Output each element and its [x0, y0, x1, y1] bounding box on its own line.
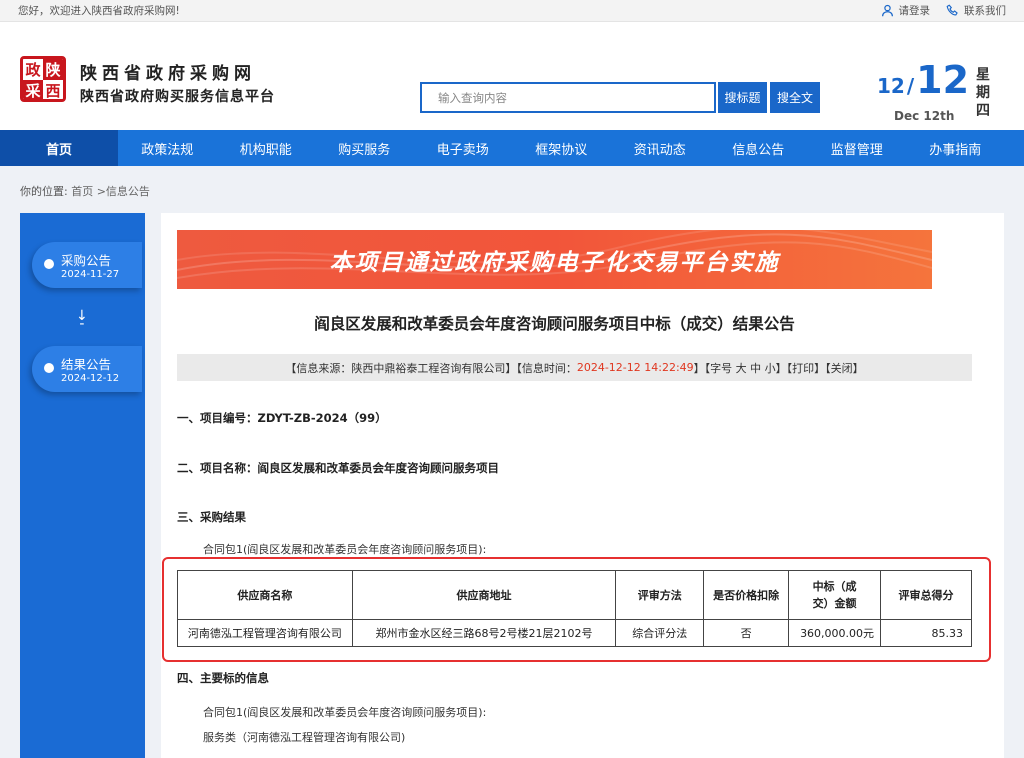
phone-icon — [946, 4, 958, 16]
meta-time: 2024-12-12 14:22:49 — [576, 361, 694, 374]
cell-award-amount: 360,000.00元 — [788, 619, 882, 647]
date-day: 12 — [916, 58, 970, 102]
e-trading-banner: 本项目通过政府采购电子化交易平台实施 — [177, 230, 932, 289]
section-project-name: 二、项目名称：阎良区发展和改革委员会年度咨询顾问服务项目 — [177, 461, 499, 475]
step-date: 2024-12-12 — [61, 373, 120, 384]
service-category: 服务类（河南德泓工程管理咨询有限公司) — [203, 731, 406, 744]
weekday-char: 星 — [976, 67, 990, 83]
logo-char: 陕 — [43, 59, 63, 80]
breadcrumb-path[interactable]: 首页 >信息公告 — [71, 185, 150, 198]
cell-price-deduction: 否 — [703, 619, 790, 647]
logo-char: 采 — [23, 80, 43, 99]
section-main-subject: 四、主要标的信息 — [177, 671, 269, 685]
date-display: 12 / 12 — [877, 58, 969, 102]
weekday-char: 四 — [976, 103, 990, 119]
nav-item-notices[interactable]: 信息公告 — [709, 130, 808, 166]
search-fulltext-button[interactable]: 搜全文 — [770, 82, 820, 113]
logo-char: 政 — [23, 59, 43, 80]
col-award-amount: 中标（成交）金额 — [788, 570, 882, 620]
step-name: 结果公告 — [61, 357, 112, 372]
page-title: 阎良区发展和改革委员会年度咨询顾问服务项目中标（成交）结果公告 — [314, 315, 795, 333]
date-english: Dec 12th — [894, 109, 955, 123]
breadcrumb: 你的位置: 首页 >信息公告 — [20, 183, 150, 199]
contract-package-label: 合同包1(阎良区发展和改革委员会年度咨询顾问服务项目): — [203, 543, 487, 556]
nav-item-guide[interactable]: 办事指南 — [906, 130, 1005, 166]
col-total-score: 评审总得分 — [880, 570, 972, 620]
cell-supplier-address: 郑州市金水区经三路68号2号楼21层2102号 — [351, 619, 617, 647]
main-nav: 首页 政策法规 机构职能 购买服务 电子卖场 框架协议 资讯动态 信息公告 监督… — [0, 130, 1024, 166]
nav-item-policy[interactable]: 政策法规 — [118, 130, 217, 166]
search-placeholder: 输入查询内容 — [438, 90, 507, 105]
header: 政 陕 采 西 陕西省政府采购网 陕西省政府购买服务信息平台 输入查询内容 搜标… — [0, 22, 1024, 130]
award-amount-header-text: 中标（成交）金额 — [812, 580, 857, 610]
nav-item-home[interactable]: 首页 — [0, 130, 118, 166]
result-table: 供应商名称 供应商地址 评审方法 是否价格扣除 中标（成交）金额 评审总得分 河… — [177, 570, 972, 647]
nav-item-purchase-service[interactable]: 购买服务 — [315, 130, 414, 166]
article-meta: 【信息来源：陕西中鼎裕泰工程咨询有限公司】【信息时间： 2024-12-12 1… — [177, 354, 972, 381]
article-content: 本项目通过政府采购电子化交易平台实施 阎良区发展和改革委员会年度咨询顾问服务项目… — [161, 213, 1004, 758]
step-name: 采购公告 — [61, 253, 112, 268]
banner-text: 本项目通过政府采购电子化交易平台实施 — [329, 249, 780, 276]
login-label: 请登录 — [898, 5, 931, 17]
logo-char: 西 — [43, 80, 63, 99]
nav-item-framework[interactable]: 框架协议 — [512, 130, 611, 166]
step-dot — [44, 259, 54, 269]
meta-source: 【信息来源：陕西中鼎裕泰工程咨询有限公司】【信息时间： — [285, 361, 577, 375]
col-price-deduction: 是否价格扣除 — [703, 570, 790, 620]
step-date: 2024-11-27 — [61, 269, 120, 280]
site-subtitle: 陕西省政府购买服务信息平台 — [80, 89, 275, 105]
contact-link[interactable]: 联系我们 — [946, 3, 1006, 18]
date-slash: / — [906, 74, 915, 98]
search-title-button[interactable]: 搜标题 — [718, 82, 767, 113]
table-header-row: 供应商名称 供应商地址 评审方法 是否价格扣除 中标（成交）金额 评审总得分 — [177, 570, 972, 620]
top-bar: 您好，欢迎进入陕西省政府采购网! 请登录 联系我们 — [0, 0, 1024, 22]
welcome-text: 您好，欢迎进入陕西省政府采购网! — [18, 5, 180, 17]
table-row: 河南德泓工程管理咨询有限公司 郑州市金水区经三路68号2号楼21层2102号 综… — [177, 619, 972, 647]
section-project-number: 一、项目编号：ZDYT-ZB-2024（99） — [177, 411, 387, 425]
nav-item-emall[interactable]: 电子卖场 — [414, 130, 513, 166]
section-procurement-result: 三、采购结果 — [177, 510, 246, 524]
nav-item-supervision[interactable]: 监督管理 — [808, 130, 907, 166]
weekday-char: 期 — [976, 85, 990, 101]
step-procurement-notice[interactable]: 采购公告 2024-11-27 — [32, 242, 142, 288]
search-input[interactable]: 输入查询内容 — [420, 82, 716, 113]
breadcrumb-label: 你的位置: — [20, 185, 68, 198]
site-name: 陕西省政府采购网 — [80, 64, 256, 84]
step-result-notice[interactable]: 结果公告 2024-12-12 — [32, 346, 142, 392]
arrow-down-icon: ↓ - — [76, 308, 88, 332]
weekday: 星 期 四 — [975, 66, 991, 120]
cell-total-score: 85.33 — [880, 619, 972, 647]
user-icon — [881, 4, 893, 17]
contract-package-label-2: 合同包1(阎良区发展和改革委员会年度咨询顾问服务项目): — [203, 706, 487, 719]
nav-item-agency[interactable]: 机构职能 — [217, 130, 316, 166]
login-link[interactable]: 请登录 — [881, 3, 931, 18]
contact-label: 联系我们 — [964, 5, 1006, 17]
nav-item-news[interactable]: 资讯动态 — [611, 130, 710, 166]
col-review-method: 评审方法 — [615, 570, 705, 620]
cell-supplier-name: 河南德泓工程管理咨询有限公司 — [177, 619, 353, 647]
col-supplier-name: 供应商名称 — [177, 570, 353, 620]
col-supplier-address: 供应商地址 — [351, 570, 617, 620]
site-logo[interactable]: 政 陕 采 西 — [20, 56, 66, 102]
meta-actions[interactable]: 】【字号 大 中 小】【打印】【关闭】 — [694, 360, 864, 376]
date-month: 12 — [877, 74, 905, 98]
process-sidebar: 采购公告 2024-11-27 ↓ - 结果公告 2024-12-12 — [20, 213, 145, 758]
step-dot — [44, 363, 54, 373]
cell-review-method: 综合评分法 — [615, 619, 705, 647]
